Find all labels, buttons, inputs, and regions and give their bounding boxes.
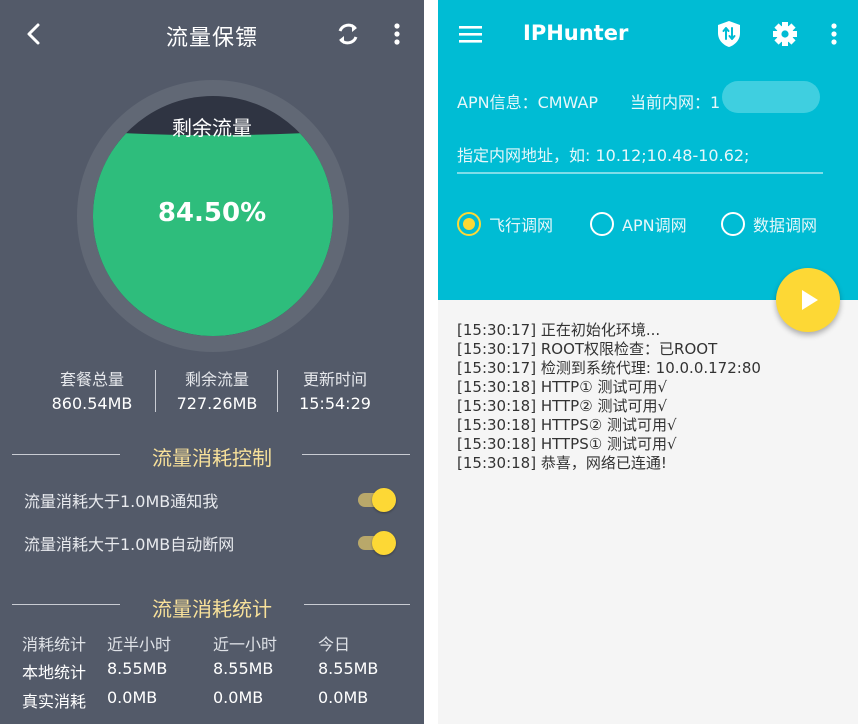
table-cell: 8.55MB [213,659,274,678]
current-lan-info: 当前内网：1 [630,93,721,112]
stat-remaining-value: 727.26MB [176,394,258,413]
table-header: 消耗统计 [22,635,87,654]
stat-total-value: 860.54MB [51,394,133,413]
stat-updated-label: 更新时间 [302,370,367,389]
menu-icon[interactable] [458,22,484,46]
radio-button [721,212,745,236]
redacted-ip [722,81,820,113]
stat-divider [155,370,156,412]
log-line: [15:30:17] 检测到系统代理: 10.0.0.172:80 [457,359,761,377]
table-row-label: 本地统计 [22,663,87,682]
radio-label: 飞行调网 [489,216,554,235]
log-output: [15:30:17] 正在初始化环境... [15:30:17] ROOT权限检… [457,321,761,473]
radio-apn-mode[interactable]: APN调网 [590,210,687,238]
notify-toggle[interactable] [358,486,398,512]
stats-heading: 流量消耗统计 [152,597,272,621]
table-cell: 0.0MB [107,688,158,707]
table-row-label: 真实消耗 [22,692,87,711]
stat-remaining: 剩余流量 727.26MB [157,366,277,413]
log-line: [15:30:18] HTTPS② 测试可用√ [457,416,677,434]
start-button[interactable] [776,268,840,332]
stat-updated: 更新时间 15:54:29 [275,366,395,413]
stat-total-label: 套餐总量 [59,370,124,389]
divider-line [302,454,410,455]
table-header: 近一小时 [213,635,278,654]
auto-disconnect-setting-label: 流量消耗大于1.0MB自动断网 [24,535,235,554]
table-cell: 8.55MB [107,659,168,678]
sync-icon[interactable] [333,19,363,49]
app-title: IPHunter [523,21,629,45]
toggle-knob [372,531,396,555]
more-vert-icon[interactable] [387,20,407,48]
gauge-label: 剩余流量 [172,116,252,140]
toggle-knob [372,488,396,512]
flow-guard-panel: 流量保镖 剩余流量 84.50% 套餐总量 860.54MB 剩余流量 727.… [0,0,424,724]
radio-label: 数据调网 [753,216,818,235]
stat-updated-value: 15:54:29 [299,394,371,413]
table-cell: 0.0MB [213,688,264,707]
table-cell: 8.55MB [318,659,379,678]
log-line: [15:30:18] HTTP② 测试可用√ [457,397,668,415]
table-cell: 0.0MB [318,688,369,707]
stat-total: 套餐总量 860.54MB [32,366,152,413]
radio-label: APN调网 [622,216,687,235]
radio-data-mode[interactable]: 数据调网 [721,210,817,238]
shield-icon[interactable] [714,18,744,50]
iphunter-header: IPHunter APN信息：CMWAP 当前内网：1 指定内网地址，如: 10… [438,0,858,300]
control-heading: 流量消耗控制 [152,446,272,470]
left-toolbar: 流量保镖 [0,0,424,68]
table-header: 今日 [318,635,351,654]
lan-address-input[interactable] [457,138,823,174]
notify-setting-label: 流量消耗大于1.0MB通知我 [24,492,219,511]
apn-info: APN信息：CMWAP [457,93,599,112]
table-header: 近半小时 [107,635,172,654]
play-icon [802,290,818,310]
radio-button-selected [457,212,481,236]
gauge-percent: 84.50% [157,198,267,228]
radio-airplane-mode[interactable]: 飞行调网 [457,210,553,238]
log-line: [15:30:18] HTTP① 测试可用√ [457,378,668,396]
divider-line [304,604,410,605]
iphunter-panel: IPHunter APN信息：CMWAP 当前内网：1 指定内网地址，如: 10… [438,0,858,724]
stat-remaining-label: 剩余流量 [184,370,249,389]
log-line: [15:30:18] HTTPS① 测试可用√ [457,435,677,453]
auto-disconnect-toggle[interactable] [358,529,398,555]
log-line: [15:30:17] 正在初始化环境... [457,321,661,339]
radio-button [590,212,614,236]
log-line: [15:30:17] ROOT权限检查：已ROOT [457,340,718,358]
gear-icon[interactable] [770,18,800,50]
log-line: [15:30:18] 恭喜，网络已连通! [457,454,667,472]
more-vert-icon[interactable] [826,20,842,48]
